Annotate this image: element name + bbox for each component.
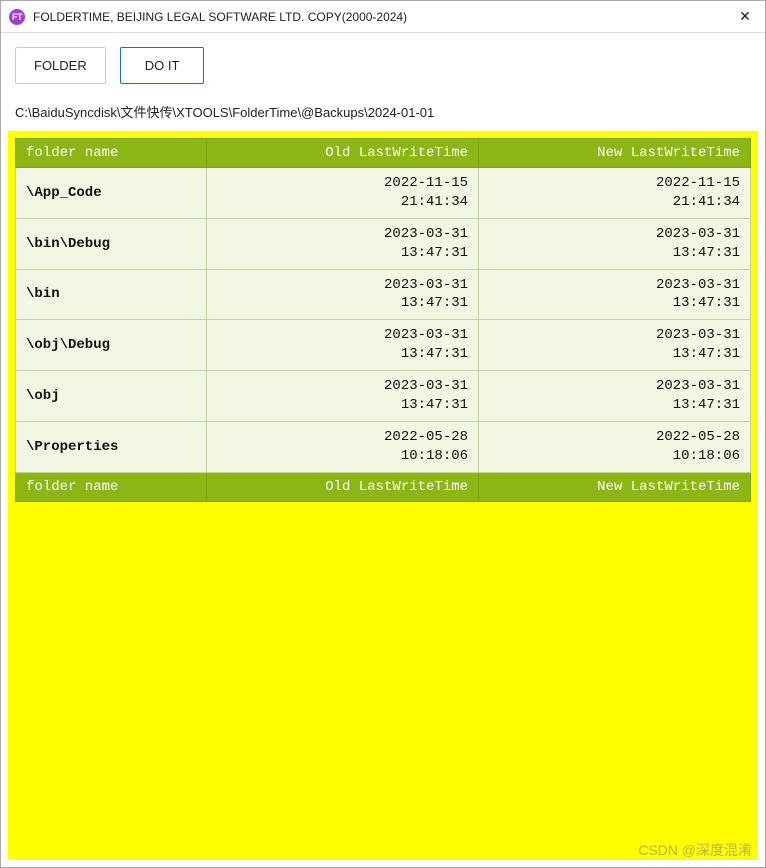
app-icon-text: FT	[12, 12, 22, 22]
app-icon: FT	[9, 9, 25, 25]
cell-old-time: 2023-03-31 13:47:31	[207, 371, 479, 422]
toolbar: FOLDER DO IT	[1, 33, 765, 98]
cell-folder: \bin	[16, 269, 207, 320]
cell-old-time: 2022-11-15 21:41:34	[207, 168, 479, 219]
cell-folder: \bin\Debug	[16, 218, 207, 269]
cell-folder: \Properties	[16, 421, 207, 472]
col-footer-new: New LastWriteTime	[479, 472, 751, 501]
content-area: folder name Old LastWriteTime New LastWr…	[8, 131, 758, 860]
cell-new-time: 2023-03-31 13:47:31	[479, 320, 751, 371]
cell-new-time: 2022-11-15 21:41:34	[479, 168, 751, 219]
cell-old-time: 2023-03-31 13:47:31	[207, 320, 479, 371]
table-row: \obj2023-03-31 13:47:312023-03-31 13:47:…	[16, 371, 751, 422]
close-button[interactable]: ✕	[725, 1, 765, 33]
table-row: \App_Code2022-11-15 21:41:342022-11-15 2…	[16, 168, 751, 219]
cell-new-time: 2023-03-31 13:47:31	[479, 218, 751, 269]
doit-button[interactable]: DO IT	[120, 47, 205, 84]
window-title: FOLDERTIME, BEIJING LEGAL SOFTWARE LTD. …	[33, 10, 725, 24]
app-window: FT FOLDERTIME, BEIJING LEGAL SOFTWARE LT…	[0, 0, 766, 868]
table-row: \bin\Debug2023-03-31 13:47:312023-03-31 …	[16, 218, 751, 269]
table-footer-row: folder name Old LastWriteTime New LastWr…	[16, 472, 751, 501]
close-icon: ✕	[739, 8, 751, 25]
col-footer-old: Old LastWriteTime	[207, 472, 479, 501]
folder-button[interactable]: FOLDER	[15, 47, 106, 84]
cell-new-time: 2022-05-28 10:18:06	[479, 421, 751, 472]
cell-old-time: 2023-03-31 13:47:31	[207, 269, 479, 320]
table-row: \obj\Debug2023-03-31 13:47:312023-03-31 …	[16, 320, 751, 371]
table-row: \bin2023-03-31 13:47:312023-03-31 13:47:…	[16, 269, 751, 320]
col-header-new: New LastWriteTime	[479, 139, 751, 168]
table-header-row: folder name Old LastWriteTime New LastWr…	[16, 139, 751, 168]
cell-folder: \App_Code	[16, 168, 207, 219]
folder-table: folder name Old LastWriteTime New LastWr…	[15, 138, 751, 502]
col-header-folder: folder name	[16, 139, 207, 168]
col-footer-folder: folder name	[16, 472, 207, 501]
path-display: C:\BaiduSyncdisk\文件快传\XTOOLS\FolderTime\…	[1, 98, 765, 131]
cell-folder: \obj	[16, 371, 207, 422]
cell-new-time: 2023-03-31 13:47:31	[479, 371, 751, 422]
cell-old-time: 2022-05-28 10:18:06	[207, 421, 479, 472]
table-row: \Properties2022-05-28 10:18:062022-05-28…	[16, 421, 751, 472]
cell-folder: \obj\Debug	[16, 320, 207, 371]
cell-new-time: 2023-03-31 13:47:31	[479, 269, 751, 320]
cell-old-time: 2023-03-31 13:47:31	[207, 218, 479, 269]
col-header-old: Old LastWriteTime	[207, 139, 479, 168]
titlebar: FT FOLDERTIME, BEIJING LEGAL SOFTWARE LT…	[1, 1, 765, 33]
